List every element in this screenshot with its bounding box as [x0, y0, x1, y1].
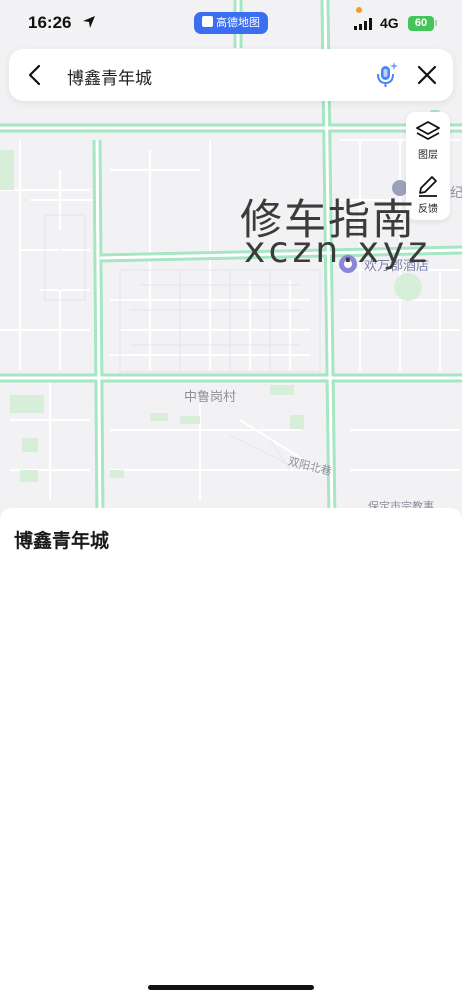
- status-time: 16:26: [28, 13, 72, 32]
- app-arrow-icon: [202, 16, 213, 27]
- search-bar: 博鑫青年城: [9, 49, 453, 101]
- cellular-signal-icon: [354, 18, 372, 30]
- app-name-label: 高德地图: [216, 16, 260, 29]
- layers-button[interactable]: 图层: [406, 112, 450, 166]
- place-title: 博鑫青年城: [14, 530, 110, 552]
- voice-mic-icon[interactable]: [373, 61, 399, 89]
- map-label-edge: 纪: [450, 186, 462, 201]
- location-arrow-icon: [83, 16, 95, 28]
- search-input[interactable]: 博鑫青年城: [67, 64, 152, 89]
- home-indicator[interactable]: [148, 985, 314, 990]
- map-label-village: 中鲁岗村: [184, 390, 237, 405]
- battery-icon: 60: [408, 16, 434, 31]
- status-bar: 16:26 高德地图 4G 60: [0, 0, 462, 46]
- back-chevron-icon[interactable]: [23, 63, 47, 87]
- layers-icon: [416, 121, 440, 140]
- layers-label: 图层: [418, 150, 438, 161]
- place-detail-sheet[interactable]: 博鑫青年城: [0, 508, 462, 1000]
- battery-level: 60: [414, 17, 428, 29]
- privacy-indicator-dot: [356, 7, 362, 13]
- close-icon[interactable]: [415, 63, 439, 87]
- watermark-url: xczn.xyz: [244, 230, 432, 271]
- back-to-app-pill[interactable]: 高德地图: [194, 12, 268, 34]
- edit-pencil-icon: [419, 176, 437, 197]
- network-type: 4G: [380, 15, 399, 31]
- battery-tip: [435, 20, 437, 26]
